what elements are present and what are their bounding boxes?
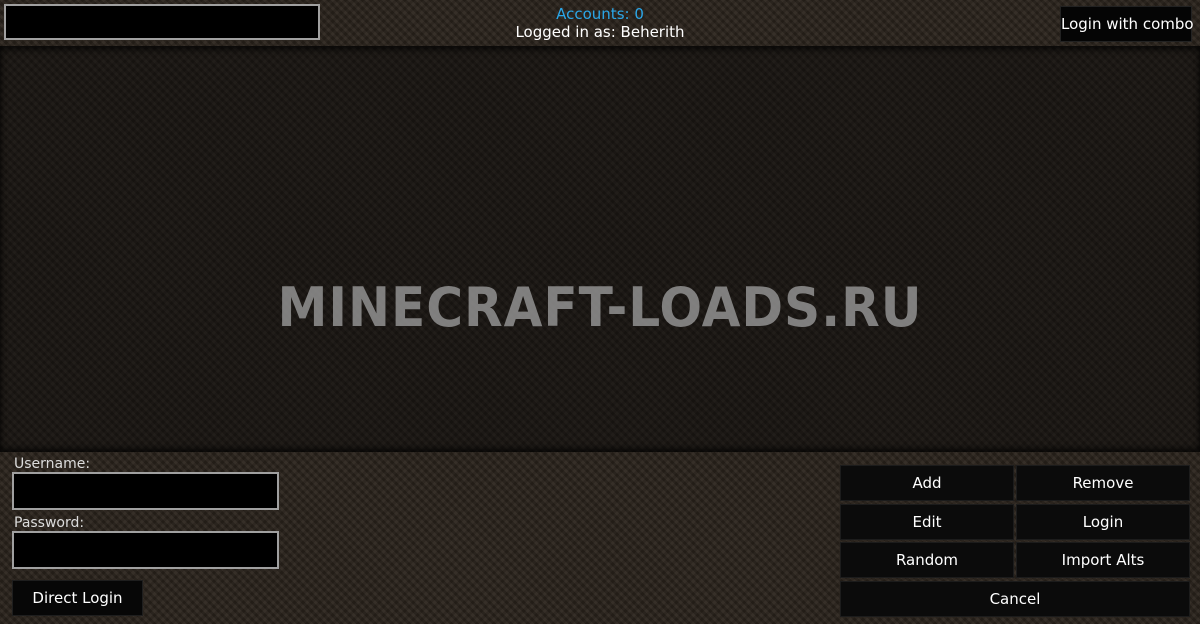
username-field[interactable] bbox=[12, 472, 279, 510]
password-field[interactable] bbox=[12, 531, 279, 569]
remove-button[interactable]: Remove bbox=[1016, 465, 1190, 501]
account-list[interactable]: MINECRAFT-LOADS.RU bbox=[0, 46, 1200, 452]
username-label: Username: bbox=[14, 456, 91, 472]
login-button[interactable]: Login bbox=[1016, 504, 1190, 540]
add-button[interactable]: Add bbox=[840, 465, 1014, 501]
login-with-combo-button[interactable]: Login with combo bbox=[1060, 6, 1194, 42]
import-alts-button[interactable]: Import Alts bbox=[1016, 542, 1190, 578]
account-status: Accounts: 0 Logged in as: Beherith bbox=[400, 5, 800, 41]
search-input[interactable] bbox=[4, 4, 320, 40]
cancel-button[interactable]: Cancel bbox=[840, 581, 1190, 617]
top-bar: Accounts: 0 Logged in as: Beherith Login… bbox=[0, 0, 1200, 46]
watermark: MINECRAFT-LOADS.RU bbox=[277, 276, 923, 339]
password-label: Password: bbox=[14, 515, 85, 531]
accounts-count: Accounts: 0 bbox=[556, 5, 644, 23]
logged-in-status: Logged in as: Beherith bbox=[515, 23, 685, 41]
random-button[interactable]: Random bbox=[840, 542, 1014, 578]
direct-login-button[interactable]: Direct Login bbox=[12, 580, 143, 616]
edit-button[interactable]: Edit bbox=[840, 504, 1014, 540]
